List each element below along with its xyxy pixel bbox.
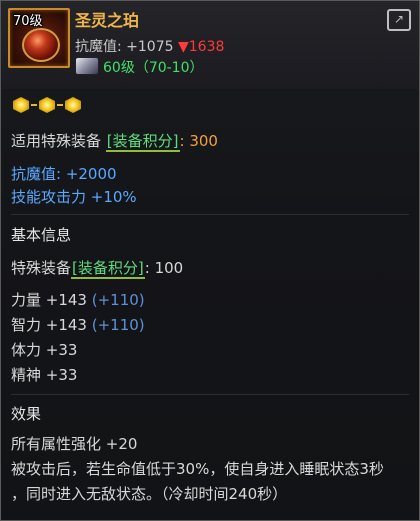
socket-icon [13, 97, 29, 113]
divider [11, 394, 409, 395]
bonus-line-2: 技能攻击力 +10% [11, 188, 137, 206]
effect-title: 效果 [11, 405, 42, 423]
effect-line-2: 被攻击后，若生命值低于30%，使自身进入睡眠状态3秒 [11, 460, 384, 478]
basic-info-title: 基本信息 [11, 226, 72, 244]
applicable-label: 适用特殊装备 [11, 132, 102, 150]
socket-icon [65, 97, 81, 113]
magic-resist-diff: ▼1638 [177, 39, 225, 55]
item-icon: 70级 [8, 8, 70, 68]
stat-row: 精神 +33 [11, 364, 77, 385]
stat-label: 精神 +33 [11, 366, 78, 384]
required-level-line: 60级（70-10） [75, 57, 204, 77]
diamond-icon [75, 57, 99, 75]
applicable-line: 适用特殊装备 [装备积分]: 300 [11, 130, 218, 152]
stat-row: 体力 +33 [11, 339, 77, 360]
stat-extra: (+110) [91, 316, 145, 334]
socket-link [31, 104, 37, 106]
item-level-tag: 70级 [13, 14, 43, 29]
stat-extra: (+110) [91, 291, 145, 309]
stat-label: 智力 +143 [11, 316, 87, 334]
share-icon[interactable]: ↗ [387, 9, 411, 31]
applicable-sep: : [179, 132, 190, 150]
special-value: 100 [154, 259, 184, 277]
stat-row: 智力 +143 (+110) [11, 314, 145, 335]
socket-row [13, 97, 83, 117]
special-equip-line: 特殊装备[装备积分]: 100 [11, 257, 184, 279]
magic-resist-label: 抗魔值: [75, 39, 127, 55]
magic-resist-value: +1075 [126, 39, 174, 55]
effect-line-1: 所有属性强化 +20 [11, 435, 138, 453]
special-sep: : [144, 259, 155, 277]
required-level: 60级（70-10） [103, 60, 204, 76]
effect-line-3: ，同时进入无敌状态。（冷却时间240秒） [11, 485, 288, 503]
score-tag: [装备积分] [105, 132, 180, 152]
stat-row: 力量 +143 (+110) [11, 289, 145, 310]
divider [11, 214, 409, 215]
item-name: 圣灵之珀 [75, 11, 140, 30]
socket-icon [39, 97, 55, 113]
stat-label: 力量 +143 [11, 291, 87, 309]
magic-resist-line: 抗魔值: +1075 ▼1638 [75, 36, 224, 56]
bonus-line-1: 抗魔值: +2000 [11, 165, 117, 183]
item-tooltip: 70级 圣灵之珀 抗魔值: +1075 ▼1638 60级（70-10） ↗ 适… [0, 0, 420, 521]
special-label: 特殊装备 [11, 259, 72, 277]
socket-link [57, 104, 63, 106]
special-score-tag: [装备积分] [71, 259, 145, 279]
applicable-value: 300 [189, 132, 218, 150]
tooltip-header: 70级 圣灵之珀 抗魔值: +1075 ▼1638 60级（70-10） ↗ [1, 1, 419, 89]
amber-gem-icon [22, 28, 60, 62]
stat-label: 体力 +33 [11, 341, 78, 359]
